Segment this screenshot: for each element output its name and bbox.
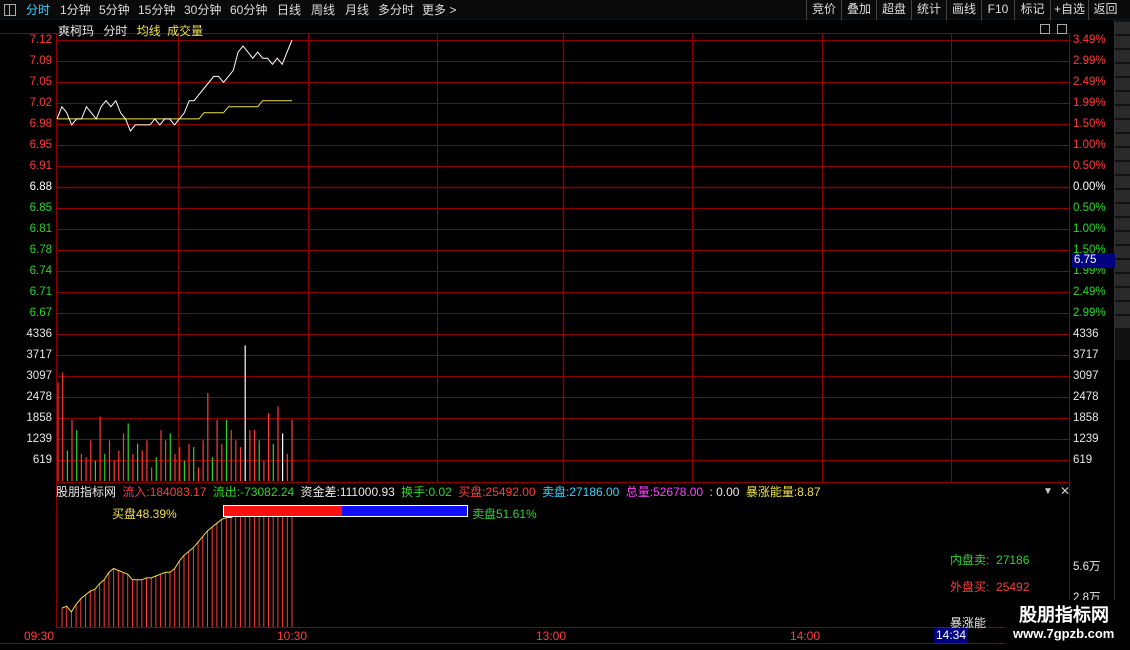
inner-sell: 内盘卖: 27186 [950,553,1030,567]
price-line [56,39,293,132]
chart-legend: 爽柯玛 分时 均线 成交量 [58,22,209,39]
axis-tick-right: 3097 [1073,370,1099,382]
sell-value: 27186.00 [569,485,620,499]
ratio-bar-buy [224,506,342,516]
axis-tick-right: 1.00% [1073,139,1106,151]
time-1030: 10:30 [277,629,308,643]
axis-tick-right: 1.50% [1073,118,1106,130]
inflow-label: 流入: [122,485,150,499]
axis-tick-right: 4336 [1073,328,1099,340]
axis-tick-left: 7.09 [29,55,52,67]
stock-name: 爽柯玛 [58,24,95,38]
axis-tick-right: 1239 [1073,433,1099,445]
axis-tick-left: 6.81 [29,223,52,235]
indicator-name[interactable]: 股朋指标网 [56,485,116,499]
energy-label: 暴涨能量: [745,485,798,499]
inflow-value: 184083.17 [149,485,207,499]
axis-tick-left: 6.98 [29,118,52,130]
axis-tick-left: 6.95 [29,139,52,151]
close-icon[interactable]: ✕ [1060,484,1070,498]
ratio-bar [223,505,468,517]
turnover-label: 换手: [401,485,429,499]
separator-value: : 0.00 [709,485,740,499]
outflow-label: 流出: [212,485,241,499]
expand-icon[interactable] [1057,24,1067,34]
total-value: 52678.00 [653,485,704,499]
axis-tick-left: 619 [32,454,52,466]
watermark-title: 股朋指标网 [1019,605,1109,625]
time-1400: 14:00 [790,629,821,643]
axis-tick-right: 0.00% [1073,181,1106,193]
turnover-value: 0.02 [428,485,452,499]
total-label: 总量: [625,485,654,499]
accum-line [61,513,292,613]
axis-tick-left: 3717 [26,349,52,361]
diff-label: 资金差: [300,485,340,499]
time-cursor-label: 14:34 [934,628,968,643]
sell-label: 卖盘: [541,485,570,499]
axis-tick-left: 6.78 [29,244,52,256]
axis-tick-right: 3717 [1073,349,1099,361]
watermark-url: www.7gpzb.com [1013,626,1115,641]
buy-value: 25492.00 [485,485,536,499]
axis-tick-right: 3.49% [1073,34,1106,46]
buy-label: 买盘: [458,485,486,499]
sub-axis-top: 5.6万 [1073,561,1101,573]
outflow-value: -73082.24 [240,485,295,499]
buy-pct-label: 买盘48.39% [112,507,177,521]
axis-tick-left: 7.12 [29,34,52,46]
axis-tick-right: 2.99% [1073,307,1106,319]
axis-tick-left: 3097 [26,370,52,382]
side-strip [1115,20,1130,360]
legend-intraday: 分时 [103,24,128,38]
watermark: 股朋指标网 www.7gpzb.com [1005,600,1130,646]
axis-tick-left: 7.05 [29,76,52,88]
axis-tick-left: 6.88 [29,181,52,193]
axis-tick-right: 1858 [1073,412,1099,424]
legend-avg: 均线 [136,24,161,38]
axis-tick-right: 619 [1073,454,1093,466]
axis-tick-right: 0.50% [1073,160,1106,172]
diff-value: 111000.93 [339,485,395,499]
chart-grid [0,20,1130,644]
axis-tick-left: 7.02 [29,97,52,109]
axis-tick-left: 1858 [26,412,52,424]
time-1300: 13:00 [536,629,567,643]
axis-tick-left: 6.67 [29,307,52,319]
energy-value: 8.87 [797,485,821,499]
time-0930: 09:30 [24,629,55,643]
axis-tick-right: 2.49% [1073,286,1106,298]
axis-tick-right: 2478 [1073,391,1099,403]
sell-pct-label: 卖盘51.61% [472,507,537,521]
dropdown-icon[interactable]: ▼ [1043,486,1053,497]
axis-tick-left: 2478 [26,391,52,403]
axis-tick-left: 6.74 [29,265,52,277]
axis-tick-left: 4336 [26,328,52,340]
axis-tick-right: 2.49% [1073,76,1106,88]
collapse-icon[interactable] [1040,24,1050,34]
indicator-bar: 股朋指标网 流入:184083.17 流出:-73082.24 资金差:1110… [56,484,824,500]
legend-volume: 成交量 [167,24,204,38]
axis-tick-right: 0.50% [1073,202,1106,214]
axis-tick-right: 2.99% [1073,55,1106,67]
axis-tick-left: 6.91 [29,160,52,172]
outer-buy: 外盘买: 25492 [950,580,1030,594]
axis-tick-left: 1239 [26,433,52,445]
axis-tick-right: 1.00% [1073,223,1106,235]
axis-tick-left: 6.85 [29,202,52,214]
accumulation-bars [61,513,293,627]
axis-tick-left: 6.71 [29,286,52,298]
axis-tick-right: 1.99% [1073,97,1106,109]
